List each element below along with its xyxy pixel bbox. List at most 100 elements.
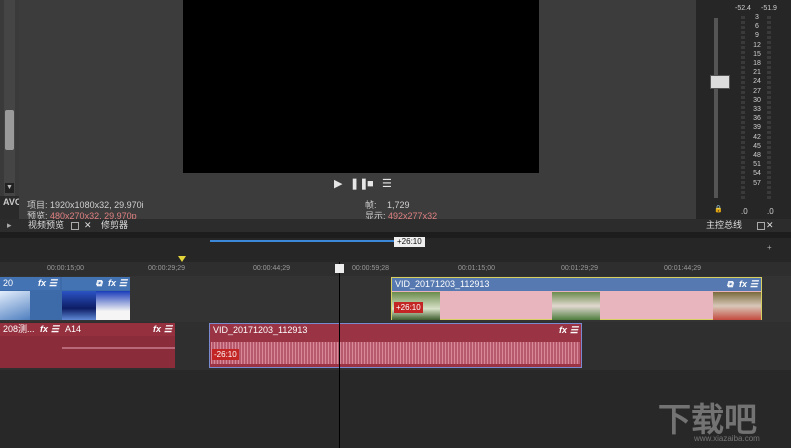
- video-clip-left-header-2: ⧉ fx ☰: [62, 277, 130, 290]
- ruler-tick: 00:00:15;00: [47, 265, 84, 272]
- playhead-marker-icon[interactable]: [335, 264, 344, 273]
- meter-scale-label: 48: [753, 152, 761, 159]
- meter-scale-label: 36: [753, 115, 761, 123]
- time-ruler[interactable]: 00:00:15;00 00:00:29;29 00:00:44;29 00:0…: [0, 262, 791, 277]
- ruler-tick: 00:01:44;29: [664, 265, 701, 272]
- clip-menu-icon[interactable]: ☰: [49, 277, 57, 290]
- meter-scale-label: 39: [753, 124, 761, 132]
- crop-icon[interactable]: ⧉: [96, 277, 102, 290]
- meter-scale-label: 3: [755, 14, 759, 21]
- stop-icon[interactable]: ■: [367, 177, 374, 191]
- ruler-tick: 00:00:59;28: [352, 265, 389, 272]
- ruler-tick: 00:00:29;29: [148, 265, 185, 272]
- meter-scale-label: 18: [753, 60, 761, 67]
- clip-menu-icon[interactable]: ☰: [164, 323, 172, 336]
- scrollbar-thumb[interactable]: [5, 110, 14, 150]
- video-clip-left-label: 20: [3, 278, 14, 288]
- audio-waveform: [62, 347, 175, 349]
- thumbnail-image: [0, 291, 30, 320]
- selection-length: +26:10: [394, 237, 425, 247]
- meter-bar-right: [767, 16, 771, 201]
- clip-menu-icon[interactable]: ☰: [750, 278, 758, 291]
- audio-clip-1[interactable]: 208测... fx ☰: [0, 323, 62, 368]
- close-icon[interactable]: ✕: [84, 220, 92, 230]
- thumbnail-image: [713, 292, 761, 320]
- meter-scale-label: 42: [753, 133, 761, 141]
- in-point-marker-icon[interactable]: [178, 256, 186, 262]
- play-icon[interactable]: ▶: [334, 177, 342, 191]
- meter-scale-label: 24: [753, 78, 761, 86]
- tab-video-preview[interactable]: 视频预览 ✕: [28, 220, 92, 231]
- fx-icon[interactable]: fx: [38, 277, 46, 290]
- fx-icon[interactable]: fx: [559, 324, 567, 337]
- lock-icon[interactable]: 🔒: [714, 205, 723, 213]
- zoom-in-icon[interactable]: +: [767, 243, 772, 252]
- peak-right: -51.9: [761, 5, 777, 12]
- thumbnail-image: [552, 292, 600, 320]
- fx-icon[interactable]: fx: [108, 277, 116, 290]
- crop-icon[interactable]: ⧉: [727, 278, 733, 291]
- meter-scale-label: 27: [753, 87, 761, 95]
- audio-waveform: [211, 342, 580, 364]
- menu-icon[interactable]: ☰: [382, 177, 392, 191]
- video-clip-right-header: VID_20171203_112913 ⧉ fx ☰: [392, 278, 761, 291]
- meter-scale-label: 21: [753, 69, 761, 77]
- meter-scale-label: 9: [755, 32, 759, 40]
- float-window-icon[interactable]: [70, 221, 79, 230]
- tab-chevron-icon[interactable]: ▸: [7, 220, 12, 231]
- pause-icon[interactable]: ❚❚: [350, 177, 368, 191]
- scroll-down-icon[interactable]: ▼: [5, 183, 14, 193]
- audio-clip-2-label: A14: [65, 324, 82, 334]
- video-clip-right[interactable]: VID_20171203_112913 ⧉ fx ☰ +26:10: [391, 277, 762, 320]
- master-bus-tab-bar: 主控总线 ✕: [696, 219, 791, 232]
- meter-scale-label: 15: [753, 50, 761, 58]
- video-preview-frame: [183, 0, 539, 173]
- peak-left: -52.4: [735, 5, 751, 12]
- preview-tab-bar: ▸ 视频预览 ✕ 修剪器: [0, 219, 696, 232]
- video-clip-left-header: 20 fx ☰: [0, 277, 60, 290]
- master-fader-track[interactable]: [714, 18, 718, 198]
- meter-scale-label: 6: [755, 23, 759, 31]
- clip-menu-icon[interactable]: ☰: [119, 277, 127, 290]
- clip-offset-badge: +26:10: [394, 302, 423, 313]
- meter-scale-label: 57: [753, 179, 761, 187]
- ruler-tick: 00:00:44;29: [253, 265, 290, 272]
- playhead-line[interactable]: [339, 262, 340, 448]
- close-icon[interactable]: ✕: [766, 220, 774, 231]
- ruler-tick: 00:01:15;00: [458, 265, 495, 272]
- video-clip-left[interactable]: 20 fx ☰ ⧉ fx ☰: [0, 277, 130, 320]
- audio-clip-3-label: VID_20171203_112913: [213, 325, 308, 335]
- clip-menu-icon[interactable]: ☰: [570, 324, 578, 337]
- tab-trimmer[interactable]: 修剪器: [101, 220, 128, 231]
- meter-scale-label: 45: [753, 142, 761, 150]
- float-window-icon[interactable]: [753, 220, 765, 231]
- audio-clip-2-header: A14 fx ☰: [62, 323, 175, 336]
- audio-clip-3[interactable]: VID_20171203_112913 fx ☰ -26:10: [209, 323, 582, 368]
- clip-offset-badge: -26:10: [212, 349, 239, 360]
- fx-icon[interactable]: fx: [40, 323, 48, 336]
- clip-menu-icon[interactable]: ☰: [51, 323, 59, 336]
- meter-scale-label: 54: [753, 170, 761, 178]
- meter-scale-label: 51: [753, 161, 761, 169]
- fx-icon[interactable]: fx: [153, 323, 161, 336]
- meter-foot-right: .0: [767, 207, 774, 216]
- ruler-tick: 00:01:29;29: [561, 265, 598, 272]
- vertical-scrollbar[interactable]: [4, 0, 15, 196]
- meter-bar-left: [741, 16, 745, 201]
- audio-clip-3-header: VID_20171203_112913 fx ☰: [210, 324, 581, 337]
- master-fader-knob[interactable]: [710, 75, 730, 89]
- tab-master-bus[interactable]: 主控总线: [706, 220, 742, 231]
- tab-video-preview-label: 视频预览: [28, 220, 65, 230]
- timeline-overview-bar[interactable]: [210, 240, 394, 242]
- meter-scale-label: 12: [753, 41, 761, 49]
- video-clip-right-label: VID_20171203_112913: [395, 279, 490, 289]
- thumbnail-image: [96, 291, 130, 320]
- fx-icon[interactable]: fx: [739, 278, 747, 291]
- meter-foot-left: .0: [741, 207, 748, 216]
- audio-clip-1-label: 208测...: [3, 324, 35, 334]
- audio-clip-1-header: 208测... fx ☰: [0, 323, 62, 336]
- watermark-url: www.xiazaiba.com: [694, 434, 760, 443]
- meter-scale-label: 30: [753, 96, 761, 104]
- audio-clip-2[interactable]: A14 fx ☰: [62, 323, 175, 368]
- transport-controls: ▶ ❚❚ ■ ☰: [330, 177, 400, 191]
